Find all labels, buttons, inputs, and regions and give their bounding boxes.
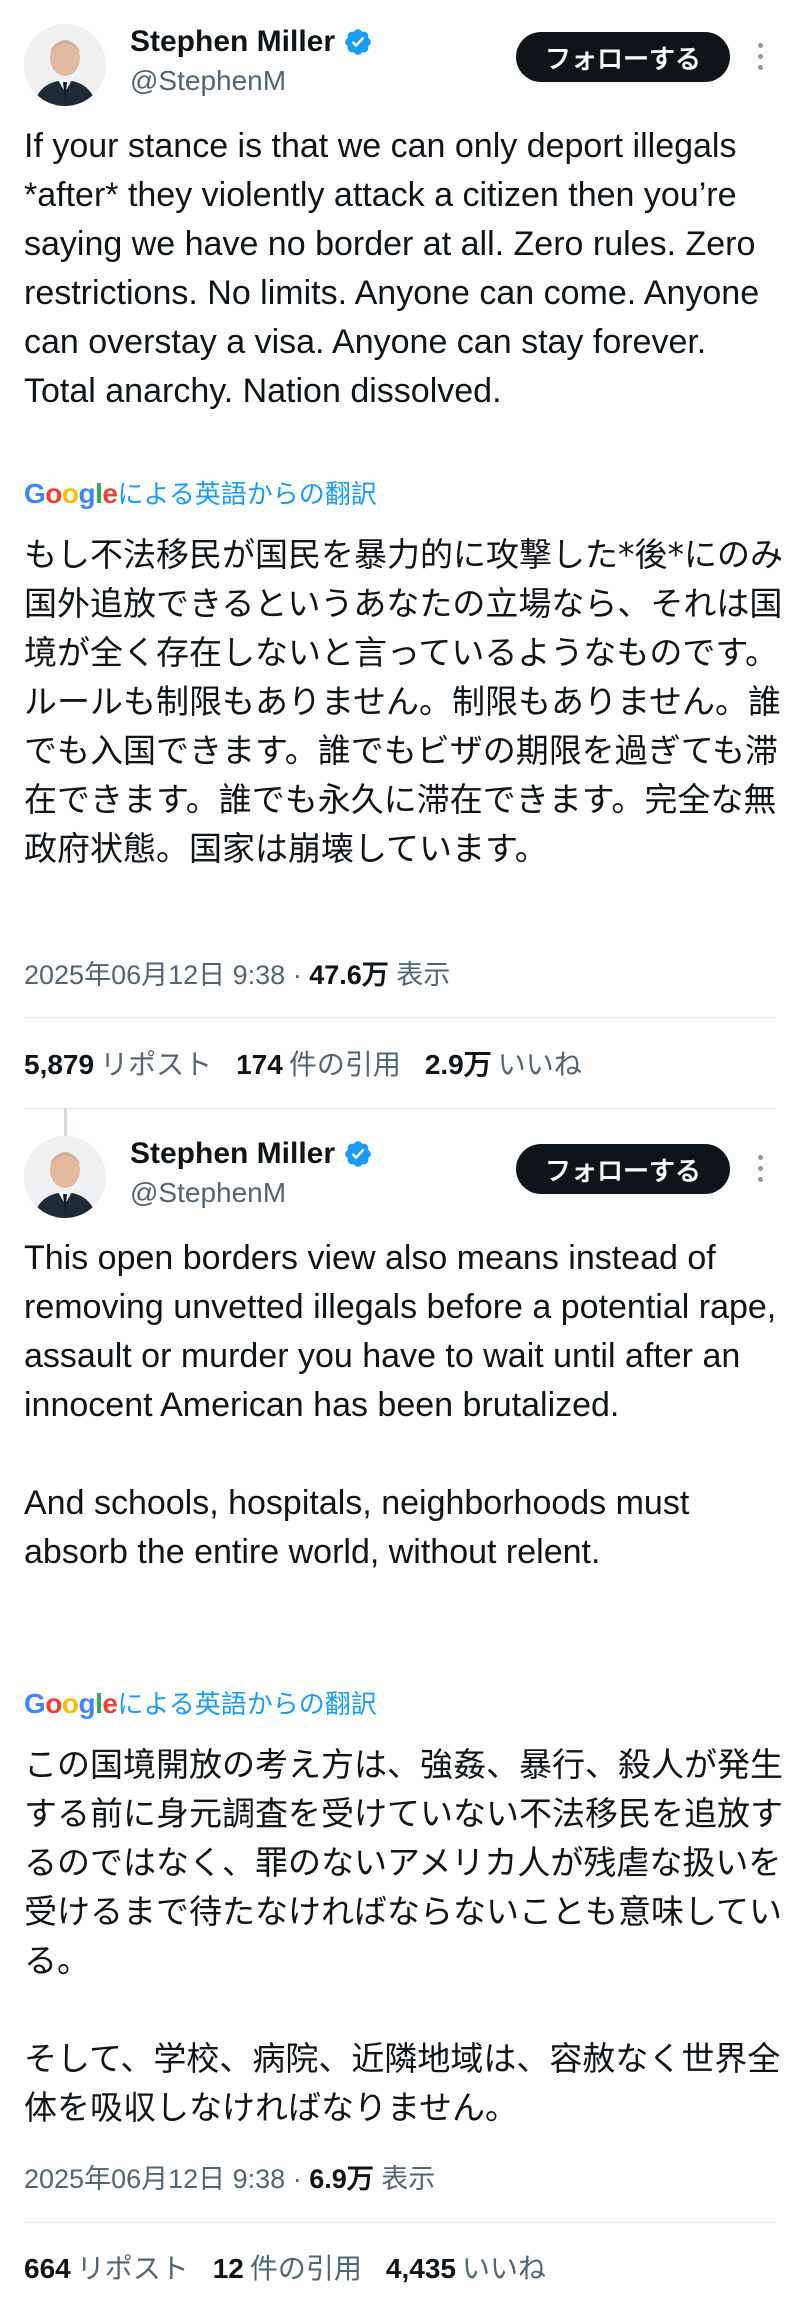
author-handle[interactable]: @StephenM [130, 64, 286, 98]
tweet-text: This open borders view also means instea… [24, 1239, 777, 1571]
follow-button[interactable]: フォローする [516, 1144, 730, 1194]
author-name[interactable]: Stephen Miller [130, 1136, 335, 1172]
views-label: 表示 [396, 960, 451, 990]
likes-label: いいね [497, 1049, 582, 1080]
quotes-count: 12 [212, 2253, 244, 2284]
avatar[interactable] [24, 1136, 106, 1218]
verified-badge-icon [345, 1141, 371, 1167]
meta-separator: · [292, 2164, 310, 2194]
reposts-count: 5,879 [24, 1049, 95, 1080]
meta-separator: · [292, 960, 310, 990]
verified-badge-icon [345, 29, 371, 55]
more-options-icon[interactable] [748, 36, 772, 76]
translation-label: による英語からの翻訳 [117, 479, 377, 509]
follow-button[interactable]: フォローする [516, 32, 730, 82]
google-logo: Google [24, 478, 118, 509]
author-handle[interactable]: @StephenM [130, 1176, 286, 1210]
author-name[interactable]: Stephen Miller [130, 24, 335, 60]
quotes-stat[interactable]: 174 件の引用 [236, 1048, 401, 1082]
tweet-translation: もし不法移民が国民を暴力的に攻撃した*後*にのみ国外追放できるというあなたの立場… [24, 535, 783, 868]
google-logo: Google [24, 1688, 118, 1719]
more-options-icon[interactable] [748, 1148, 772, 1188]
reposts-label: リポスト [100, 1049, 213, 1080]
timestamp[interactable]: 2025年06月12日 9:38 [24, 960, 285, 990]
likes-stat[interactable]: 2.9万 いいね [425, 1048, 582, 1082]
avatar-photo [24, 1136, 106, 1218]
views-count: 6.9万 [309, 2164, 374, 2194]
quotes-stat[interactable]: 12 件の引用 [213, 2252, 362, 2286]
quotes-label: 件の引用 [288, 1049, 401, 1080]
divider [24, 1017, 776, 1018]
likes-count: 4,435 [385, 2253, 456, 2284]
reposts-label: リポスト [76, 2253, 189, 2284]
reposts-count: 664 [24, 2253, 71, 2284]
quotes-count: 174 [236, 1049, 283, 1080]
author-row: Stephen Miller [130, 1136, 373, 1172]
avatar[interactable] [24, 24, 106, 106]
tweet-meta: 2025年06月12日 9:38 · 47.6万 表示 [24, 958, 450, 992]
views-count: 47.6万 [309, 960, 389, 990]
engagement-stats: 5,879 リポスト 174 件の引用 2.9万 いいね [24, 1048, 606, 1082]
likes-count: 2.9万 [424, 1049, 492, 1080]
tweet-translation: この国境開放の考え方は、強姦、暴行、殺人が発生する前に身元調査を受けていない不法… [24, 1745, 783, 2127]
likes-stat[interactable]: 4,435 いいね [386, 2252, 546, 2286]
reposts-stat[interactable]: 664 リポスト [24, 2252, 189, 2286]
author-row: Stephen Miller [130, 24, 373, 60]
reposts-stat[interactable]: 5,879 リポスト [24, 1048, 212, 1082]
divider [24, 2222, 776, 2223]
timestamp[interactable]: 2025年06月12日 9:38 [24, 2164, 285, 2194]
avatar-photo [24, 24, 106, 106]
views-label: 表示 [381, 2164, 436, 2194]
thread-connector [64, 1108, 67, 1136]
divider [24, 1108, 776, 1109]
likes-label: いいね [461, 2253, 546, 2284]
quotes-label: 件の引用 [249, 2253, 362, 2284]
tweet-meta: 2025年06月12日 9:38 · 6.9万 表示 [24, 2162, 435, 2196]
translation-attribution[interactable]: Google による英語からの翻訳 [24, 1688, 377, 1720]
translation-attribution[interactable]: Google による英語からの翻訳 [24, 478, 377, 510]
tweet-text: If your stance is that we can only depor… [24, 127, 769, 410]
engagement-stats: 664 リポスト 12 件の引用 4,435 いいね [24, 2252, 570, 2286]
translation-label: による英語からの翻訳 [117, 1689, 377, 1719]
